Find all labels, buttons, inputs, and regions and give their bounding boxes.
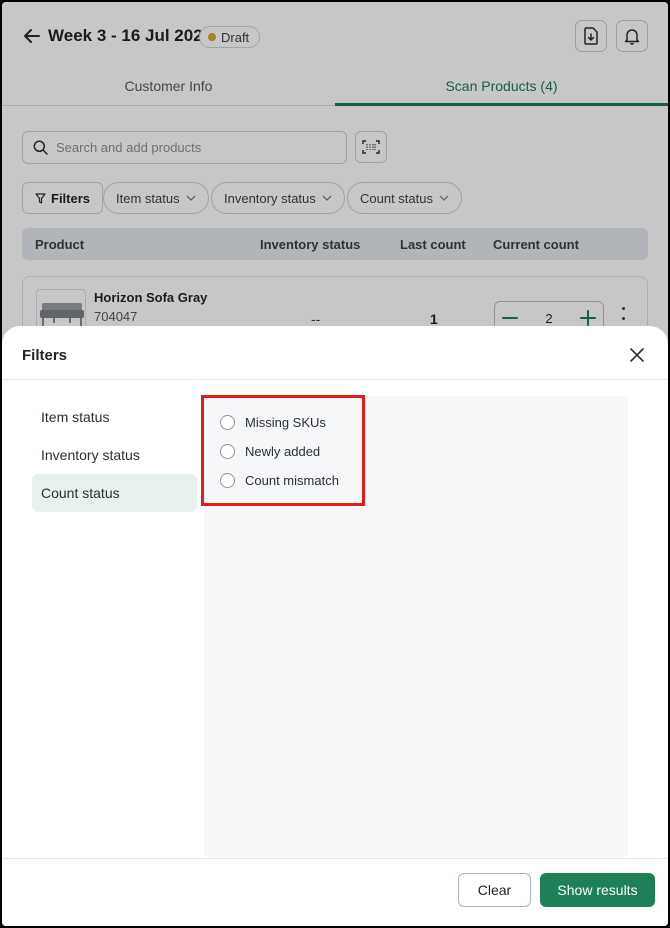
radio-button[interactable]: [220, 443, 235, 459]
option-newly-added[interactable]: Newly added: [220, 441, 320, 461]
clear-button[interactable]: Clear: [458, 873, 531, 907]
close-icon: [630, 348, 644, 362]
radio-button[interactable]: [220, 414, 235, 430]
option-count-mismatch[interactable]: Count mismatch: [220, 470, 339, 490]
sheet-header: Filters: [2, 326, 668, 380]
filters-sheet: Filters Item status Inventory status Cou…: [2, 326, 668, 926]
radio-button[interactable]: [220, 472, 235, 488]
filter-category-inventory-status[interactable]: Inventory status: [32, 436, 197, 474]
close-button[interactable]: [628, 346, 646, 364]
option-label: Missing SKUs: [245, 414, 326, 430]
app-frame: Week 3 - 16 Jul 2026 Draft Customer Info…: [2, 2, 668, 926]
sheet-title: Filters: [22, 347, 68, 364]
show-results-button[interactable]: Show results: [540, 873, 655, 907]
filter-category-count-status[interactable]: Count status: [32, 474, 197, 512]
filter-options-panel: Missing SKUs Newly added Count mismatch: [204, 396, 628, 858]
option-label: Newly added: [245, 443, 321, 459]
option-missing-skus[interactable]: Missing SKUs: [220, 412, 326, 432]
sheet-footer: Clear Show results: [2, 858, 668, 926]
filter-category-item-status[interactable]: Item status: [32, 398, 197, 436]
option-label: Count mismatch: [245, 472, 339, 488]
